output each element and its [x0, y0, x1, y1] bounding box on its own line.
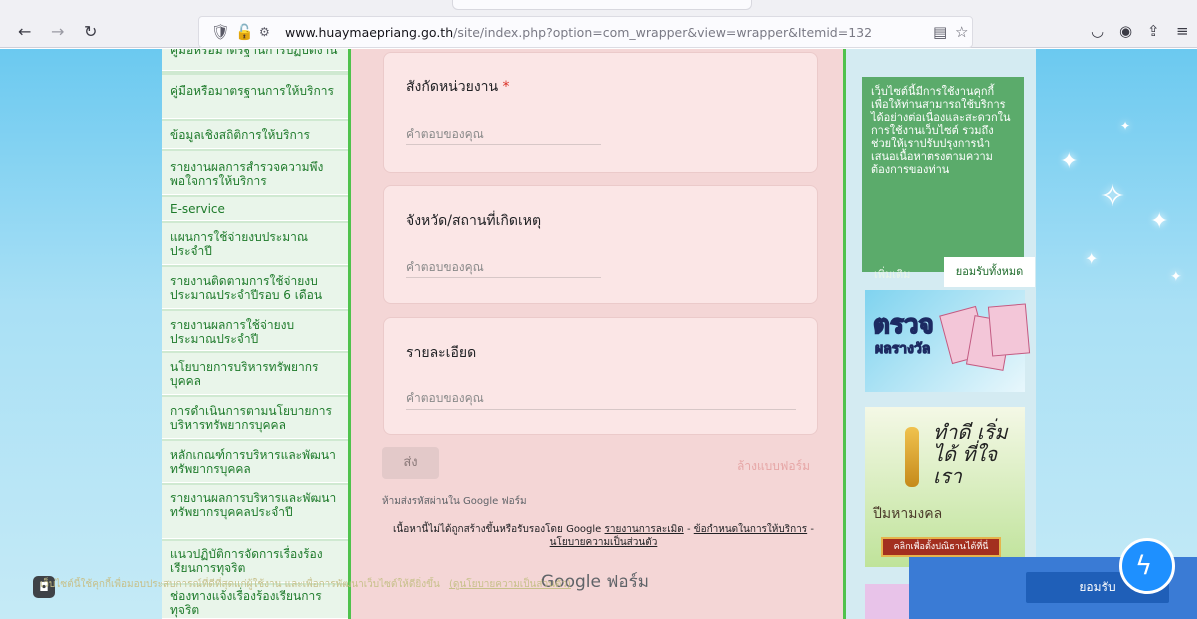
right-sidebar: เว็บไซต์นี้มีการใช้งานคุกกี้ เพื่อให้ท่า… — [846, 49, 1036, 619]
lottery-banner[interactable]: ตรวจ ผลรางวัล — [865, 290, 1031, 392]
question-card: สังกัดหน่วยงาน * คำตอบของคุณ — [383, 52, 818, 173]
sidebar-item[interactable]: การดำเนินการตามนโยบายการบริหารทรัพยากรบุ… — [162, 397, 348, 439]
answer-input[interactable]: คำตอบของคุณ — [406, 125, 484, 144]
sidebar-item-label: ช่องทางแจ้งเรื่องร้องเรียนการทุจริต — [170, 589, 322, 617]
sparkle-icon: ✦ — [1170, 269, 1182, 285]
report-abuse-link[interactable]: รายงานการละเมิด — [605, 524, 684, 535]
google-form-frame: สังกัดหน่วยงาน * คำตอบของคุณ จังหวัด/สถา… — [351, 49, 843, 619]
sparkle-icon: ✦ — [1120, 119, 1131, 133]
cookie-consent-panel: เว็บไซต์นี้มีการใช้งานคุกกี้ เพื่อให้ท่า… — [862, 77, 1035, 287]
sparkle-icon: ✧ — [1100, 179, 1126, 214]
reader-mode-icon[interactable]: ▤ — [933, 23, 947, 41]
sparkle-icon: ✦ — [1060, 149, 1079, 174]
sidebar-item[interactable]: หลักเกณฑ์การบริหารและพัฒนาทรัพยากรบุคคล — [162, 441, 348, 483]
sidebar-item-label: รายงานติดตามการใช้จ่ายงบประมาณประจำปีรอบ… — [170, 274, 323, 302]
required-mark: * — [502, 79, 510, 95]
merit-banner-button[interactable]: คลิกเพื่อตั้งปณิธานได้ที่นี่ — [881, 537, 1001, 557]
terms-link[interactable]: ข้อกำหนดในการให้บริการ — [694, 524, 807, 535]
cookie-bar-privacy-link[interactable]: (ดูนโยบายความเป็นส่วนตัว) — [449, 579, 571, 590]
sidebar-item-label: ข้อมูลเชิงสถิติการให้บริการ — [170, 128, 310, 142]
reload-icon[interactable]: ↻ — [84, 23, 97, 41]
sidebar-item-label: นโยบายการบริหารทรัพยากรบุคคล — [170, 360, 319, 388]
sidebar-item-label: แนวปฏิบัติการจัดการเรื่องร้องเรียนการทุจ… — [170, 547, 323, 575]
sidebar-item[interactable]: คู่มือหรือมาตรฐานการปฏิบัติงาน — [162, 49, 348, 71]
input-underline — [406, 277, 601, 278]
insecure-lock-icon[interactable]: 🔓 — [235, 23, 254, 41]
input-underline — [406, 409, 796, 410]
tab-strip — [0, 0, 1197, 14]
merit-banner-caption: ปีมหามงคล — [873, 506, 943, 522]
lottery-banner-subtitle: ผลรางวัล — [874, 341, 931, 358]
candle-icon — [905, 427, 919, 487]
sidebar-item-label: คู่มือหรือมาตรฐานการปฏิบัติงาน — [170, 49, 338, 57]
url-text[interactable]: www.huaymaepriang.go.th/site/index.php?o… — [285, 25, 872, 40]
sidebar-item-label: E-service — [170, 202, 225, 216]
accept-all-button[interactable]: ยอมรับทั้งหมด — [944, 257, 1035, 287]
pocket-icon[interactable]: ◡ — [1091, 22, 1104, 40]
address-bar[interactable]: 🛡 🔓 ⚙ www.huaymaepriang.go.th/site/index… — [198, 16, 973, 48]
url-path: /site/index.php?option=com_wrapper&view=… — [453, 25, 873, 40]
sidebar-item[interactable]: รายงานผลการบริหารและพัฒนาทรัพยากรบุคคลปร… — [162, 485, 348, 539]
privacy-link[interactable]: นโยบายความเป็นส่วนตัว — [550, 537, 658, 548]
permissions-icon[interactable]: ⚙ — [259, 23, 270, 41]
password-warning: ห้ามส่งรหัสผ่านใน Google ฟอร์ม — [382, 496, 527, 507]
account-icon[interactable]: ◉ — [1119, 22, 1132, 40]
question-card: รายละเอียด คำตอบของคุณ — [383, 317, 818, 435]
clear-form-link[interactable]: ล้างแบบฟอร์ม — [737, 457, 810, 476]
lottery-banner-title: ตรวจ — [872, 310, 934, 340]
sidebar-item-label: หลักเกณฑ์การบริหารและพัฒนาทรัพยากรบุคคล — [170, 448, 336, 476]
share-icon[interactable]: ⇪ — [1147, 22, 1160, 40]
question-title: จังหวัด/สถานที่เกิดเหตุ — [406, 213, 542, 229]
menu-icon[interactable]: ≡ — [1176, 22, 1189, 40]
lottery-ticket-image — [987, 303, 1031, 357]
sparkle-icon: ✦ — [1150, 209, 1169, 234]
url-domain: www.huaymaepriang.go.th — [285, 25, 454, 40]
browser-toolbar: ← → ↻ 🛡 🔓 ⚙ www.huaymaepriang.go.th/site… — [0, 0, 1197, 48]
sidebar-item-label: รายงานผลการสำรวจความพึงพอใจการให้บริการ — [170, 160, 324, 188]
merit-banner[interactable]: ทำดี เริ่มได้ ที่ใจเรา ปีมหามงคล คลิกเพื… — [865, 407, 1025, 567]
sidebar-item-label: รายงานผลการใช้จ่ายงบประมาณประจำปี — [170, 318, 295, 346]
question-title: รายละเอียด — [406, 345, 477, 361]
sidebar-nav: คู่มือหรือมาตรฐานการปฏิบัติงาน คู่มือหรื… — [162, 49, 348, 619]
active-tab[interactable] — [452, 0, 752, 10]
page-content: ✦ ✧ ✦ ✦ ✦ ✦ คู่มือหรือมาตรฐานการปฏิบัติง… — [0, 49, 1197, 619]
cookie-more-link[interactable]: เพิ่มเติม — [874, 268, 910, 281]
question-title: สังกัดหน่วยงาน * — [406, 79, 510, 95]
sidebar-item[interactable]: ข้อมูลเชิงสถิติการให้บริการ — [162, 121, 348, 149]
send-button[interactable]: ส่ง — [382, 447, 439, 479]
forward-icon[interactable]: → — [51, 23, 64, 41]
sparkle-icon: ✦ — [1085, 249, 1099, 268]
sidebar-item[interactable]: แผนการใช้จ่ายงบประมาณประจำปี — [162, 223, 348, 265]
bookmark-star-icon[interactable]: ☆ — [955, 23, 968, 41]
form-disclaimer: เนื้อหานี้ไม่ได้ถูกสร้างขึ้นหรือรับรองโด… — [393, 524, 814, 548]
messenger-chat-button[interactable]: ϟ — [1119, 538, 1175, 594]
sidebar-item[interactable]: รายงานผลการใช้จ่ายงบประมาณประจำปี — [162, 311, 348, 351]
merit-banner-text: ทำดี เริ่มได้ ที่ใจเรา — [933, 420, 1008, 488]
input-underline — [406, 144, 601, 145]
sidebar-item[interactable]: รายงานติดตามการใช้จ่ายงบประมาณประจำปีรอบ… — [162, 267, 348, 309]
cookie-bar-text: เว็บไซต์นี้ใช้คุกกี้เพื่อมอบประสบการณ์ที… — [40, 579, 571, 590]
question-card: จังหวัด/สถานที่เกิดเหตุ คำตอบของคุณ — [383, 185, 818, 304]
sidebar-item-label: รายงานผลการบริหารและพัฒนาทรัพยากรบุคคลปร… — [170, 491, 337, 519]
sidebar-item-label: คู่มือหรือมาตรฐานการให้บริการ — [170, 84, 334, 98]
messenger-icon: ϟ — [1135, 551, 1153, 581]
sidebar-item-label: การดำเนินการตามนโยบายการบริหารทรัพยากรบุ… — [170, 404, 332, 432]
answer-input[interactable]: คำตอบของคุณ — [406, 258, 484, 277]
sidebar-item[interactable]: รายงานผลการสำรวจความพึงพอใจการให้บริการ — [162, 151, 348, 195]
sidebar-item[interactable]: นโยบายการบริหารทรัพยากรบุคคล — [162, 353, 348, 395]
cookie-text: เว็บไซต์นี้มีการใช้งานคุกกี้ เพื่อให้ท่า… — [871, 85, 1011, 176]
sidebar-item[interactable]: E-service — [162, 197, 348, 221]
sidebar-item[interactable]: คู่มือหรือมาตรฐานการให้บริการ — [162, 75, 348, 119]
sidebar-item-label: แผนการใช้จ่ายงบประมาณประจำปี — [170, 230, 308, 258]
shield-icon[interactable]: 🛡 — [211, 23, 230, 41]
answer-textarea[interactable]: คำตอบของคุณ — [406, 389, 484, 408]
back-icon[interactable]: ← — [18, 23, 31, 41]
